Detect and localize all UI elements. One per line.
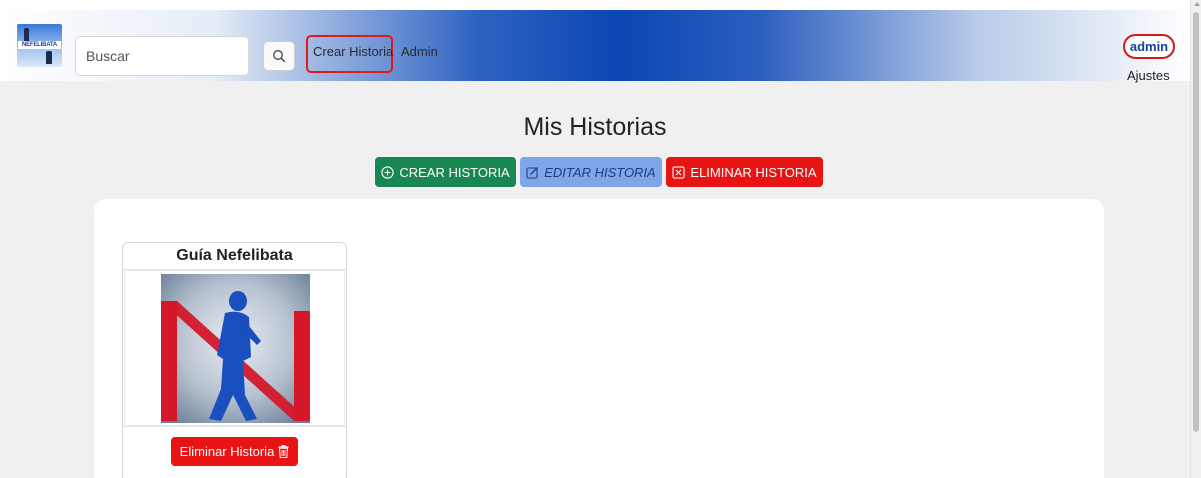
plus-circle-icon	[381, 165, 395, 179]
search-input[interactable]	[75, 36, 249, 76]
user-badge[interactable]: admin	[1123, 34, 1175, 59]
logo-figure-icon	[24, 28, 29, 41]
scroll-up-arrow-icon[interactable]	[1194, 2, 1200, 6]
nav-link-create-story-label: Crear Historia	[313, 44, 394, 59]
nav-link-admin[interactable]: Admin	[401, 44, 438, 59]
scrollbar-thumb[interactable]	[1193, 12, 1199, 432]
delete-story-card-label: Eliminar Historia	[179, 444, 275, 459]
x-square-icon	[672, 165, 685, 179]
search-button[interactable]	[263, 41, 295, 71]
edit-story-button[interactable]: EDITAR HISTORIA	[520, 157, 662, 187]
create-story-button-label: CREAR HISTORIA	[399, 164, 510, 180]
navbar: NEFELIBATA Crear Historia Admin admin Aj…	[0, 10, 1190, 83]
settings-link[interactable]: Ajustes	[1127, 68, 1170, 83]
delete-story-button-label: ELIMINAR HISTORIA	[690, 164, 817, 180]
create-story-button[interactable]: CREAR HISTORIA	[375, 157, 516, 187]
trash-icon	[278, 445, 289, 458]
logo-text: NEFELIBATA	[18, 41, 61, 49]
browser-top-strip	[0, 0, 1190, 10]
story-image[interactable]	[124, 270, 345, 426]
logo-figure-icon	[46, 51, 52, 64]
delete-story-button[interactable]: ELIMINAR HISTORIA	[666, 157, 823, 187]
pencil-square-icon	[526, 166, 539, 179]
page-title: Mis Historias	[523, 113, 667, 141]
story-card[interactable]: Guía Nefelibata Eliminar Historia	[122, 242, 347, 478]
story-card-title: Guía Nefelibata	[176, 247, 293, 264]
vertical-scrollbar[interactable]	[1190, 0, 1201, 478]
divider	[123, 426, 346, 427]
nav-link-create-story[interactable]: Crear Historia	[306, 35, 393, 73]
delete-story-card-button[interactable]: Eliminar Historia	[171, 437, 298, 466]
logo[interactable]: NEFELIBATA	[17, 24, 62, 67]
story-cover-illustration	[125, 271, 344, 425]
edit-story-button-label: EDITAR HISTORIA	[544, 164, 656, 180]
search-icon	[273, 50, 286, 63]
